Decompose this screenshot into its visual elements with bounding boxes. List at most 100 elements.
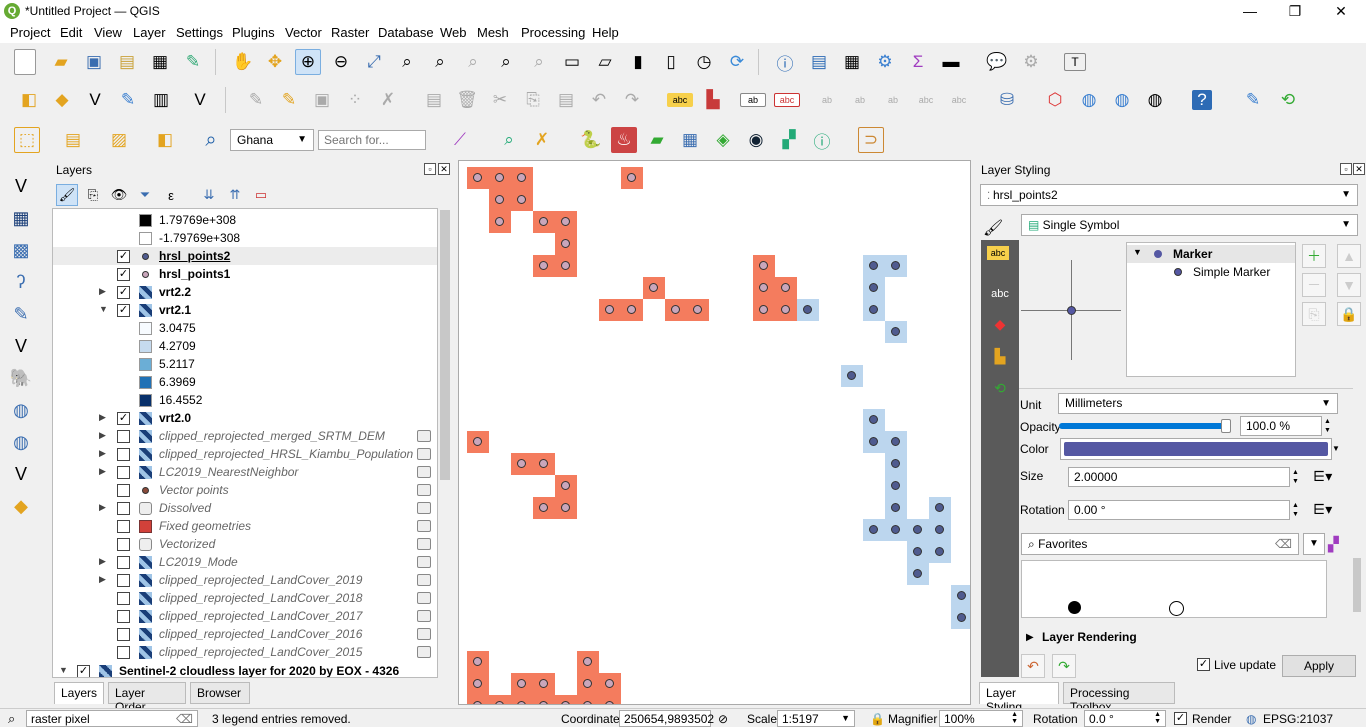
redo-icon[interactable]: ↷ (619, 87, 645, 113)
embedded-widget-icon[interactable] (417, 592, 431, 604)
layer-visibility-checkbox[interactable] (117, 610, 130, 623)
simple-marker-row[interactable]: Simple Marker (1127, 263, 1295, 281)
style-brush-icon[interactable]: 🖌 (56, 184, 78, 206)
library-scrollbar[interactable] (1328, 560, 1340, 618)
add-geopackage-icon[interactable]: ◆ (6, 492, 36, 520)
menu-settings[interactable]: Settings (176, 25, 223, 40)
layer-visibility-checkbox[interactable]: ✓ (117, 412, 130, 425)
expand-arrow-icon[interactable]: ▶ (1026, 632, 1034, 643)
quick-osm-icon[interactable]: ✗ (529, 127, 555, 153)
wfs-layer-icon[interactable]: ◍ (1109, 87, 1135, 113)
menu-web[interactable]: Web (440, 25, 467, 40)
favorites-dropdown-icon[interactable]: ▼ (1303, 533, 1325, 555)
size-field[interactable]: 2.00000 (1068, 467, 1290, 487)
style-manager-icon[interactable]: ✎ (180, 49, 206, 75)
menu-mesh[interactable]: Mesh (477, 25, 509, 40)
unit-combo[interactable]: Millimeters ▼ (1058, 393, 1338, 414)
add-delimited-text-icon[interactable]: ʔ (6, 268, 36, 296)
spin-icon[interactable]: ▲ ▼ (1011, 711, 1018, 725)
add-postgis-icon[interactable]: 🐘 (6, 364, 36, 392)
symbol-hollow-circle[interactable] (1169, 601, 1184, 616)
select-features-icon[interactable]: ⬚ (14, 127, 40, 153)
embedded-widget-icon[interactable] (417, 484, 431, 496)
plugin-table-icon[interactable]: ▦ (677, 127, 703, 153)
python-console-icon[interactable]: 🐍 (578, 127, 604, 153)
embedded-widget-icon[interactable] (417, 466, 431, 478)
plugin-info-icon[interactable]: ⓘ (809, 127, 835, 153)
render-checkbox[interactable]: ✓ (1174, 712, 1187, 725)
label-properties-icon[interactable]: abc (946, 87, 972, 113)
add-raster-icon[interactable]: ▥ (148, 87, 174, 113)
menu-layer[interactable]: Layer (133, 25, 166, 40)
layer-visibility-checkbox[interactable] (117, 646, 130, 659)
menu-view[interactable]: View (94, 25, 122, 40)
legend-entry[interactable]: 3.0475 (53, 319, 437, 337)
tab-layer-order[interactable]: Layer Order (108, 682, 186, 714)
db-manager-icon[interactable]: ⛁ (994, 87, 1020, 113)
add-mesh-icon[interactable]: ▩ (6, 236, 36, 264)
save-edits-icon[interactable]: ▣ (309, 87, 335, 113)
layer-rendering-section[interactable]: Layer Rendering (1042, 630, 1137, 644)
remove-symbol-layer-button[interactable]: － (1302, 273, 1326, 297)
refresh-icon[interactable]: ⟳ (724, 49, 750, 75)
add-spatialite-icon[interactable]: V (6, 332, 36, 360)
legend-entry[interactable]: 1.79769e+308 (53, 211, 437, 229)
menu-project[interactable]: Project (10, 25, 50, 40)
layer-row[interactable]: ✓ hrsl_points1 (53, 265, 437, 283)
plugin-layers-icon[interactable]: ◈ (710, 127, 736, 153)
layer-row[interactable]: clipped_reprojected_LandCover_2016 (53, 625, 437, 643)
embedded-widget-icon[interactable] (417, 628, 431, 640)
legend-entry[interactable]: 4.2709 (53, 337, 437, 355)
crs-label[interactable]: EPSG:21037 (1263, 712, 1333, 726)
group-visibility-checkbox[interactable]: ✓ (77, 665, 90, 677)
new-geopackage-icon[interactable]: ◆ (49, 87, 75, 113)
deselect-icon[interactable]: ▨ (106, 127, 132, 153)
statistics-sigma-icon[interactable]: Σ (905, 49, 931, 75)
add-virtual-layer-icon[interactable]: V (187, 87, 213, 113)
new-print-layout-icon[interactable]: ▤ (114, 49, 140, 75)
layer-tree-scrollbar[interactable] (438, 208, 452, 678)
pan-to-selection-icon[interactable]: ✥ (262, 49, 288, 75)
zoom-native-icon[interactable]: ⌕ (460, 49, 486, 75)
renderer-combo[interactable]: ▤ Single Symbol ▼ (1021, 214, 1358, 236)
plugin-red-icon[interactable]: ♨ (611, 127, 637, 153)
layer-row[interactable]: Fixed geometries (53, 517, 437, 535)
attribute-table-icon[interactable]: ▤ (806, 49, 832, 75)
embedded-widget-icon[interactable] (417, 556, 431, 568)
expand-arrow-icon[interactable]: ▶ (99, 448, 109, 459)
pin-labels-icon[interactable]: ab (740, 93, 766, 107)
embedded-widget-icon[interactable] (417, 646, 431, 658)
embedded-widget-icon[interactable] (417, 538, 431, 550)
expand-all-icon[interactable]: ⇊ (198, 184, 220, 206)
layer-row[interactable]: ▶ LC2019_NearestNeighbor (53, 463, 437, 481)
color-dropdown-icon[interactable]: ▼ (1332, 438, 1342, 460)
layer-row[interactable]: Vector points (53, 481, 437, 499)
clear-icon[interactable]: ⌫ (1275, 537, 1292, 551)
tab-layers[interactable]: Layers (54, 682, 104, 704)
add-wcs-icon[interactable]: ◍ (6, 428, 36, 456)
menu-raster[interactable]: Raster (331, 25, 369, 40)
profile-tool-icon[interactable]: ⟋ (447, 127, 473, 153)
menu-processing[interactable]: Processing (521, 25, 585, 40)
lock-scale-icon[interactable]: 🔒 (870, 712, 885, 726)
embedded-widget-icon[interactable] (417, 574, 431, 586)
coordinate-field[interactable]: 250654,9893502 (619, 710, 714, 727)
add-gps-icon[interactable]: ✎ (6, 300, 36, 328)
toggle-extents-icon[interactable]: ⊘ (718, 712, 728, 726)
layer-row[interactable]: ▶ clipped_reprojected_merged_SRTM_DEM (53, 427, 437, 445)
data-defined-size-icon[interactable]: ⋿▾ (1313, 468, 1332, 485)
layout-manager-icon[interactable]: ▦ (147, 49, 173, 75)
geometry-checker-icon[interactable]: ⬡ (1042, 87, 1068, 113)
georeferencer-icon[interactable]: ✎ (1240, 87, 1266, 113)
map-tips-icon[interactable]: 💬 (984, 49, 1010, 75)
move-up-button[interactable]: ▲ (1337, 244, 1361, 268)
scale-combo[interactable]: 1:5197 ▼ (777, 710, 855, 727)
diagram-icon[interactable]: ▙ (700, 87, 726, 113)
lock-button[interactable]: 🔒 (1337, 302, 1361, 326)
temporal-controller-icon[interactable]: ◷ (691, 49, 717, 75)
add-symbol-layer-button[interactable]: ＋ (1302, 244, 1326, 268)
change-label-icon[interactable]: ab (880, 87, 906, 113)
delete-selected-icon[interactable]: 🗑 (454, 87, 480, 113)
layer-visibility-checkbox[interactable] (117, 592, 130, 605)
layer-visibility-checkbox[interactable]: ✓ (117, 250, 130, 263)
